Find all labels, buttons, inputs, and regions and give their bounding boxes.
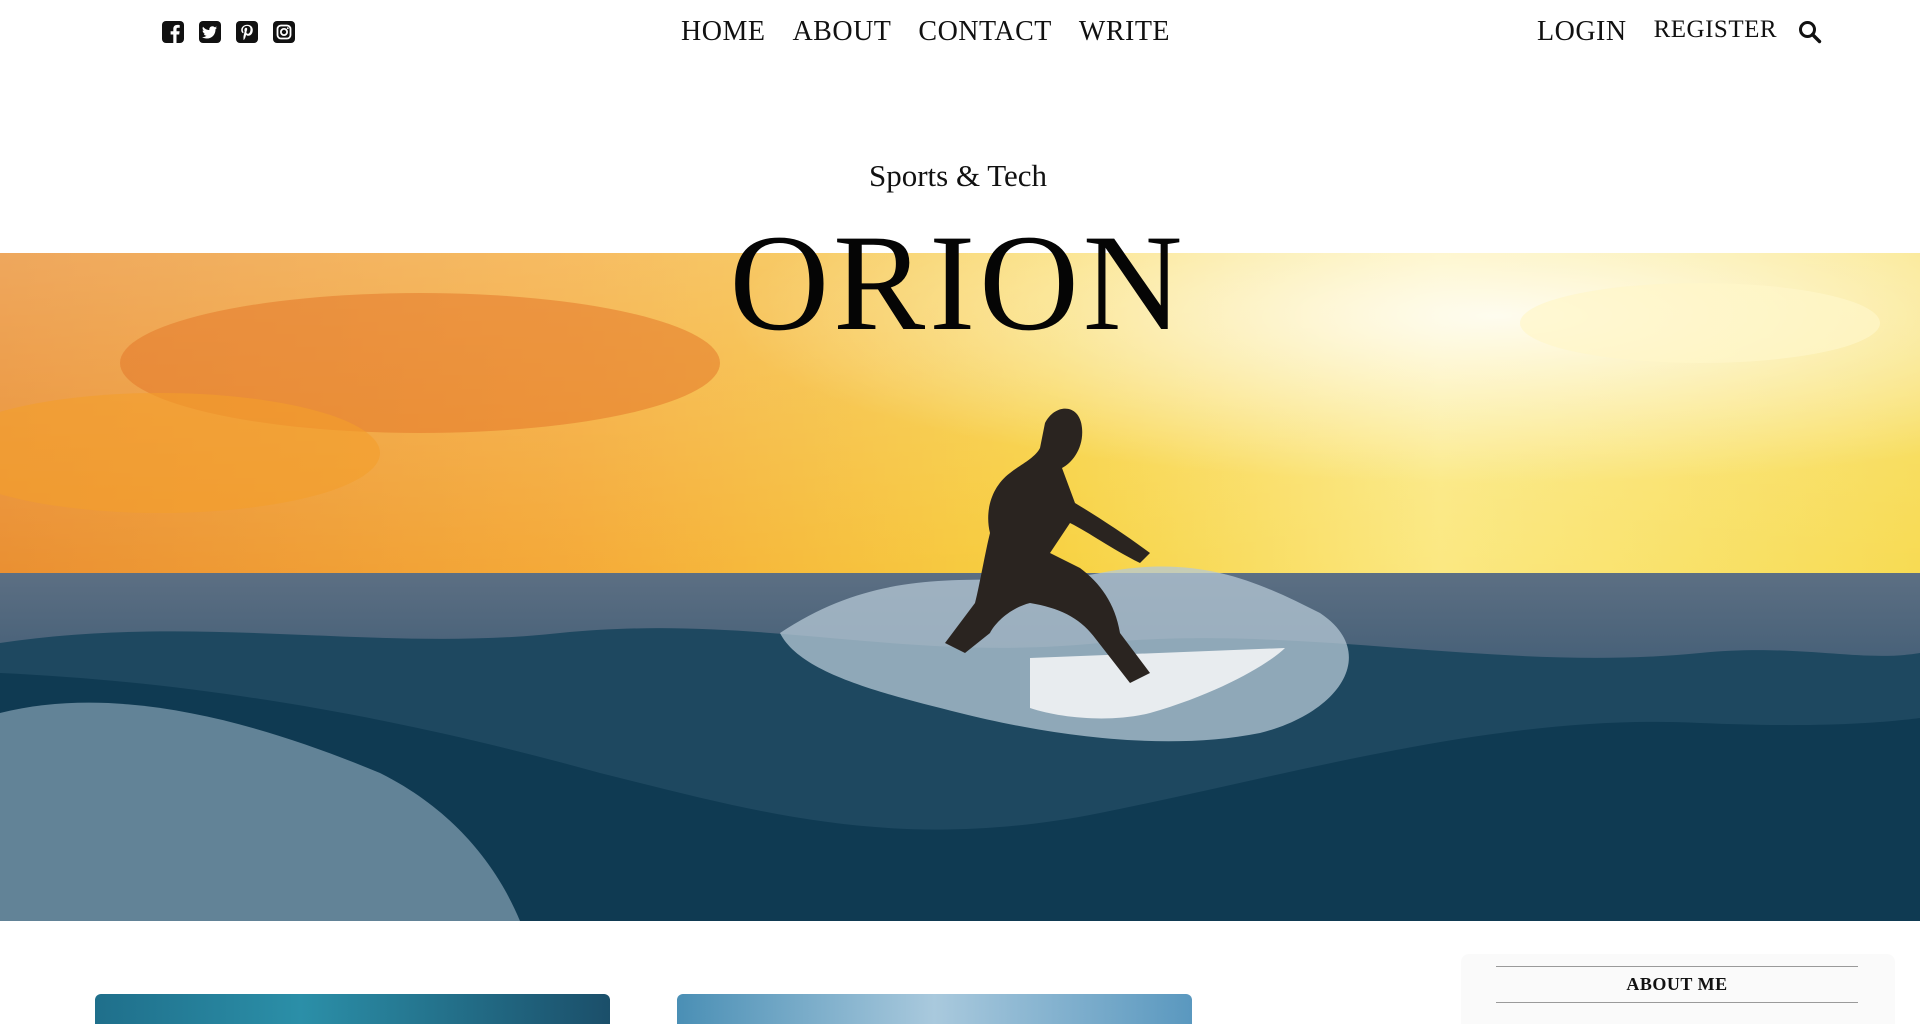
facebook-icon[interactable] <box>161 20 185 44</box>
instagram-icon[interactable] <box>272 20 296 44</box>
main-nav: HOME ABOUT CONTACT WRITE <box>681 16 1170 48</box>
site-subtitle: Sports & Tech <box>868 158 1048 193</box>
nav-write-link[interactable]: WRITE <box>1079 16 1170 48</box>
auth-nav: LOGIN REGISTER <box>1537 16 1823 48</box>
social-links <box>161 20 296 44</box>
site-title: ORION <box>729 206 1187 359</box>
nav-contact-link[interactable]: CONTACT <box>918 16 1051 48</box>
login-link[interactable]: LOGIN <box>1537 16 1627 48</box>
top-navbar: HOME ABOUT CONTACT WRITE LOGIN REGISTER <box>0 0 1920 62</box>
nav-home-link[interactable]: HOME <box>681 16 765 48</box>
search-icon[interactable] <box>1797 19 1823 45</box>
sidebar: ABOUT ME <box>1461 954 1895 1024</box>
post-card-image[interactable] <box>95 994 610 1024</box>
sidebar-title: ABOUT ME <box>1496 966 1858 1003</box>
pinterest-icon[interactable] <box>235 20 259 44</box>
twitter-icon[interactable] <box>198 20 222 44</box>
register-link[interactable]: REGISTER <box>1654 16 1777 44</box>
nav-about-link[interactable]: ABOUT <box>792 16 891 48</box>
post-card-image[interactable] <box>677 994 1192 1024</box>
